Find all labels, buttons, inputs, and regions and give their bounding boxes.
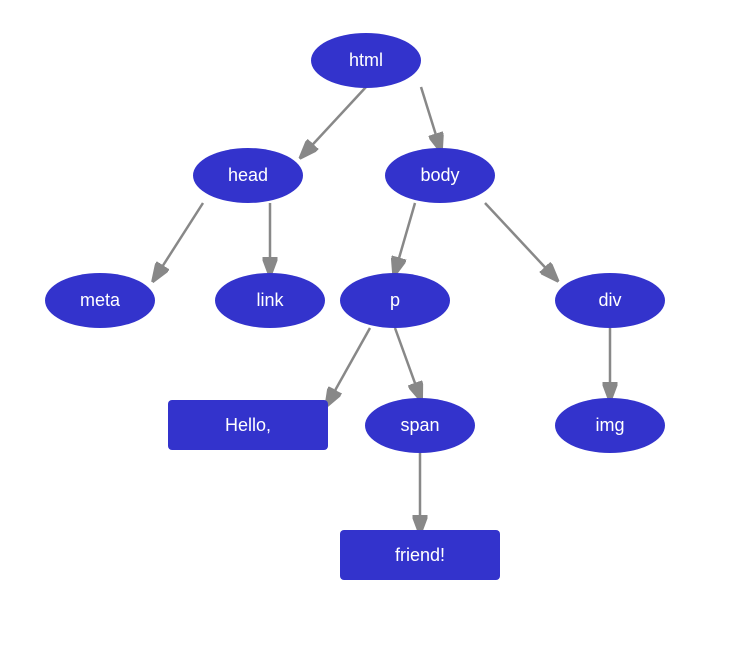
arrow-p-span	[395, 328, 420, 397]
arrow-html-head	[303, 87, 366, 155]
node-div: div	[555, 273, 665, 328]
node-meta-label: meta	[80, 290, 120, 311]
node-p: p	[340, 273, 450, 328]
node-body: body	[385, 148, 495, 203]
node-hello: Hello,	[168, 400, 328, 450]
diagram: html head body meta link p div Hello, sp…	[0, 0, 732, 665]
node-friend-label: friend!	[395, 545, 445, 566]
node-body-label: body	[420, 165, 459, 186]
node-div-label: div	[598, 290, 621, 311]
node-html-label: html	[349, 50, 383, 71]
node-img-label: img	[595, 415, 624, 436]
node-head-label: head	[228, 165, 268, 186]
node-span-label: span	[400, 415, 439, 436]
node-meta: meta	[45, 273, 155, 328]
arrow-head-meta	[155, 203, 203, 278]
node-head: head	[193, 148, 303, 203]
node-friend: friend!	[340, 530, 500, 580]
node-link-label: link	[256, 290, 283, 311]
arrow-body-p	[395, 203, 415, 272]
node-html: html	[311, 33, 421, 88]
node-link: link	[215, 273, 325, 328]
node-hello-label: Hello,	[225, 415, 271, 436]
arrow-p-hello	[328, 328, 370, 403]
arrow-html-body	[421, 87, 440, 148]
node-img: img	[555, 398, 665, 453]
node-span: span	[365, 398, 475, 453]
node-p-label: p	[390, 290, 400, 311]
arrow-body-div	[485, 203, 555, 278]
